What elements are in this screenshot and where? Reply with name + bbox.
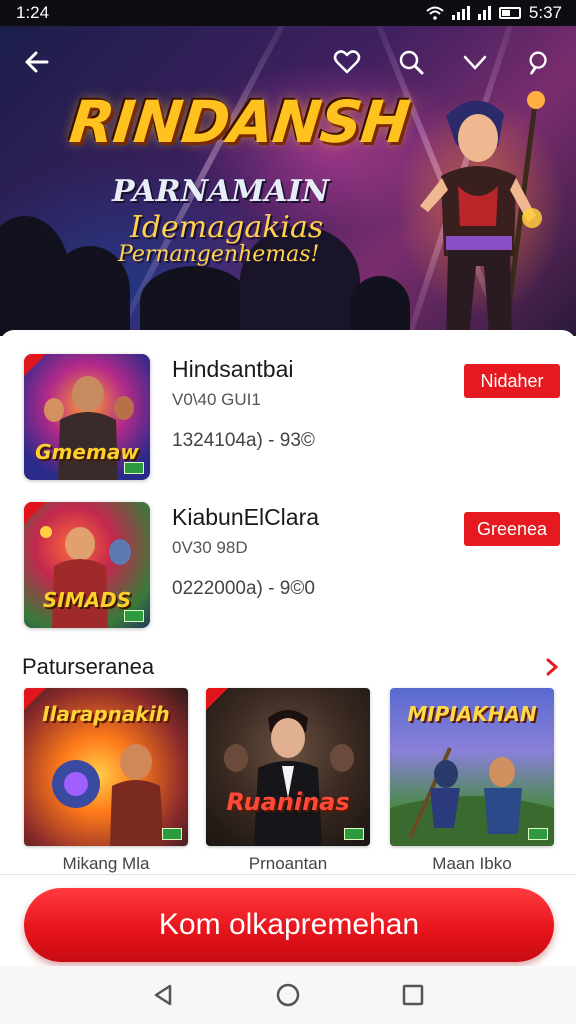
chevron-down-icon <box>463 55 487 70</box>
new-badge <box>206 688 228 710</box>
game-stats: 0222000a) - 9©0 <box>172 578 315 599</box>
featured-thumb-title: Ruaninas <box>226 788 350 816</box>
hero-toolbar <box>0 40 576 84</box>
hero-tagline: Idemagakias <box>130 210 324 245</box>
search-icon <box>399 50 424 75</box>
install-button[interactable]: Greenea <box>464 512 560 546</box>
favorite-button[interactable] <box>330 45 364 79</box>
game-list-item[interactable]: Gmemaw Hindsantbai V0\40 GUI1 1324104a) … <box>24 354 560 482</box>
new-badge <box>24 354 46 376</box>
status-icons: 5:37 <box>426 3 562 23</box>
game-thumbnail[interactable]: SIMADS <box>24 502 150 628</box>
rating-tag <box>528 828 548 840</box>
hero-actions <box>330 45 556 79</box>
signal-icon <box>451 6 470 20</box>
featured-name: Maan Ibko <box>432 854 512 873</box>
rating-tag <box>344 828 364 840</box>
heart-icon <box>333 50 361 74</box>
game-list-item[interactable]: SIMADS KiabunElClara 0V30 98D 0222000a) … <box>24 502 560 630</box>
hero-title: RINDANSH <box>66 88 413 156</box>
featured-thumb-title: MIPIAKHAN <box>407 702 537 726</box>
thumbnail-title: Gmemaw <box>35 440 139 464</box>
rating-tag <box>124 610 144 622</box>
game-thumbnail[interactable]: Gmemaw <box>24 354 150 480</box>
featured-thumbnail[interactable]: Ruaninas <box>206 688 370 846</box>
nav-recents-button[interactable] <box>393 975 433 1015</box>
game-title: KiabunElClara <box>172 504 320 530</box>
game-meta: 0V30 98D <box>172 538 248 557</box>
primary-cta-button[interactable]: Kom olkapremehan <box>24 888 554 962</box>
featured-card[interactable]: Ilarapnakih Mikang Mla <box>24 688 188 874</box>
hero-subtitle: PARNAMAIN <box>112 174 330 209</box>
hero-banner: RINDANSH PARNAMAIN Idemagakias Pernangen… <box>0 26 576 336</box>
signal-icon-2 <box>477 6 491 20</box>
status-bar: 1:24 5:37 <box>0 0 576 26</box>
hero-tagline-2: Pernangenhemas! <box>118 242 320 267</box>
featured-thumbnail[interactable]: Ilarapnakih <box>24 688 188 846</box>
status-clock: 5:37 <box>528 3 562 22</box>
dropdown-button[interactable] <box>458 45 492 79</box>
search-button-2[interactable] <box>522 45 556 79</box>
search-button[interactable] <box>394 45 428 79</box>
battery-icon <box>498 7 521 19</box>
thumbnail-title: SIMADS <box>42 588 132 612</box>
install-button[interactable]: Nidaher <box>464 364 560 398</box>
section-title: Paturseranea <box>22 654 155 679</box>
featured-name: Mikang Mla <box>62 854 150 873</box>
triangle-back-icon <box>154 984 171 1006</box>
featured-art <box>224 710 354 846</box>
square-recents-icon <box>403 984 424 1006</box>
featured-name: Prnoantan <box>248 854 328 873</box>
wifi-icon <box>426 6 444 20</box>
new-badge <box>24 502 46 524</box>
back-button[interactable] <box>20 45 54 79</box>
featured-card[interactable]: Ruaninas Prnoantan <box>206 688 370 874</box>
nav-back-button[interactable] <box>143 975 183 1015</box>
rating-tag <box>162 828 182 840</box>
game-title: Hindsantbai <box>172 356 294 382</box>
content-sheet: Gmemaw Hindsantbai V0\40 GUI1 1324104a) … <box>0 330 576 876</box>
crowd-silhouette <box>140 266 250 336</box>
featured-thumb-title: Ilarapnakih <box>42 702 170 726</box>
status-time: 1:24 <box>16 3 50 22</box>
chevron-right-icon[interactable] <box>544 657 560 677</box>
back-arrow-icon <box>25 51 49 73</box>
search-icon <box>529 51 547 75</box>
hero-character-illustration <box>420 91 545 336</box>
divider <box>0 874 576 875</box>
featured-card[interactable]: MIPIAKHAN Maan Ibko <box>390 688 554 874</box>
system-nav-bar <box>0 966 576 1024</box>
featured-thumbnail[interactable]: MIPIAKHAN <box>390 688 554 846</box>
game-stats: 1324104a) - 93© <box>172 430 315 451</box>
nav-home-button[interactable] <box>268 975 308 1015</box>
featured-section-header: Paturseranea <box>22 652 560 682</box>
game-meta: V0\40 GUI1 <box>172 390 261 409</box>
rating-tag <box>124 462 144 474</box>
circle-home-icon <box>276 983 300 1007</box>
